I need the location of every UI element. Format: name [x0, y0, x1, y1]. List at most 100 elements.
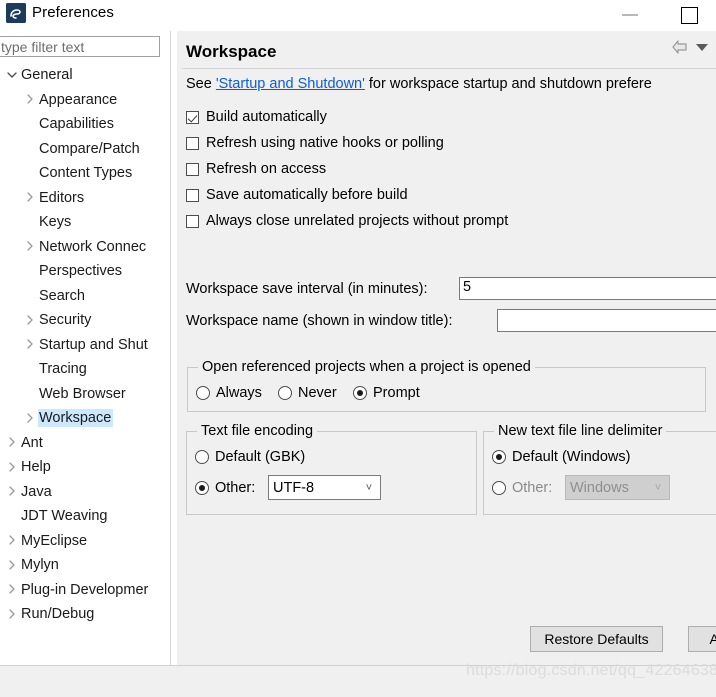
maximize-button[interactable]: [681, 7, 698, 24]
radio-delimiter-other[interactable]: Other:: [492, 480, 552, 496]
radio-icon[interactable]: [353, 386, 367, 400]
back-arrow-icon[interactable]: [671, 39, 689, 55]
sidebar-item-editors[interactable]: Editors: [0, 186, 170, 211]
restore-defaults-button[interactable]: Restore Defaults: [530, 626, 663, 652]
radio-label: Default (Windows): [512, 449, 631, 465]
minimize-button[interactable]: [622, 14, 638, 16]
sidebar-item-startup-and-shut[interactable]: Startup and Shut: [0, 333, 170, 358]
radio-delimiter-default[interactable]: Default (Windows): [492, 449, 630, 465]
sidebar-item-tracing[interactable]: Tracing: [0, 357, 170, 382]
chevron-down-icon[interactable]: [4, 70, 20, 81]
radio-encoding-default[interactable]: Default (GBK): [195, 449, 305, 465]
sidebar-item-plug-in-developmer[interactable]: Plug-in Developmer: [0, 578, 170, 603]
radio-prompt[interactable]: Prompt: [353, 385, 420, 401]
sidebar-item-label: MyEclipse: [21, 532, 88, 549]
sidebar-item-label: Capabilities: [39, 116, 114, 133]
sidebar-item-general[interactable]: General: [0, 63, 170, 88]
sidebar-item-mylyn[interactable]: Mylyn: [0, 553, 170, 578]
sidebar-item-label: Appearance: [39, 91, 118, 108]
group-title: Open referenced projects when a project …: [198, 359, 535, 375]
radio-never[interactable]: Never: [278, 385, 337, 401]
sidebar-item-run-debug[interactable]: Run/Debug: [0, 602, 170, 627]
radio-icon[interactable]: [196, 386, 210, 400]
radio-label: Other:: [215, 480, 256, 496]
sidebar-item-label: Content Types: [39, 165, 133, 182]
sidebar-item-myeclipse[interactable]: MyEclipse: [0, 529, 170, 554]
chevron-right-icon[interactable]: [4, 609, 20, 620]
sidebar-item-keys[interactable]: Keys: [0, 210, 170, 235]
header-divider: [182, 68, 716, 69]
workspace-name-input[interactable]: [497, 309, 716, 332]
checkbox-refresh-native-hooks[interactable]: Refresh using native hooks or polling: [186, 135, 444, 151]
sidebar-item-web-browser[interactable]: Web Browser: [0, 382, 170, 407]
sidebar-item-appearance[interactable]: Appearance: [0, 88, 170, 113]
watermark: https://blog.csdn.net/qq_42264638: [466, 662, 716, 679]
sidebar-item-compare-patch[interactable]: Compare/Patch: [0, 137, 170, 162]
sidebar-item-capabilities[interactable]: Capabilities: [0, 112, 170, 137]
checkbox-label: Always close unrelated projects without …: [206, 213, 509, 229]
chevron-right-icon[interactable]: [4, 486, 20, 497]
sidebar-item-help[interactable]: Help: [0, 455, 170, 480]
checkbox-icon[interactable]: [186, 110, 199, 124]
chevron-right-icon[interactable]: [22, 94, 38, 105]
sidebar-item-label: Startup and Shut: [39, 336, 148, 353]
checkbox-save-before-build[interactable]: Save automatically before build: [186, 187, 408, 203]
filter-placeholder: type filter text: [1, 39, 85, 55]
sidebar-item-label: Web Browser: [39, 385, 126, 402]
chevron-right-icon[interactable]: [4, 462, 20, 473]
encoding-combo[interactable]: UTF-8 ˅: [268, 475, 381, 500]
radio-icon[interactable]: [195, 481, 209, 495]
sidebar-item-search[interactable]: Search: [0, 284, 170, 309]
preference-tree[interactable]: General Appearance Capabilities Compare/Pat…: [0, 63, 170, 628]
filter-input[interactable]: type filter text: [0, 36, 160, 57]
checkbox-icon[interactable]: [186, 214, 199, 228]
group-title: New text file line delimiter: [494, 423, 667, 439]
checkbox-icon[interactable]: [186, 188, 199, 202]
sidebar-item-perspectives[interactable]: Perspectives: [0, 259, 170, 284]
checkbox-icon[interactable]: [186, 136, 199, 150]
chevron-right-icon[interactable]: [4, 584, 20, 595]
chevron-right-icon[interactable]: [22, 192, 38, 203]
radio-icon[interactable]: [492, 450, 506, 464]
hint-suffix: for workspace startup and shutdown prefe…: [364, 76, 652, 92]
radio-label: Default (GBK): [215, 449, 306, 465]
sidebar-item-workspace[interactable]: Workspace: [0, 406, 170, 431]
checkbox-icon[interactable]: [186, 162, 199, 176]
radio-always[interactable]: Always: [196, 385, 262, 401]
sidebar-item-label: General: [21, 67, 73, 84]
sidebar-item-jdt-weaving[interactable]: JDT Weaving: [0, 504, 170, 529]
chevron-right-icon[interactable]: [22, 413, 38, 424]
sidebar-item-ant[interactable]: Ant: [0, 431, 170, 456]
sidebar-item-label: Java: [21, 483, 52, 500]
chevron-down-icon[interactable]: ˅: [358, 482, 380, 494]
radio-icon[interactable]: [195, 450, 209, 464]
radio-label: Other:: [512, 480, 553, 496]
chevron-right-icon[interactable]: [4, 535, 20, 546]
startup-and-shutdown-link[interactable]: 'Startup and Shutdown': [216, 76, 365, 92]
chevron-down-icon[interactable]: [696, 44, 708, 51]
save-interval-input[interactable]: 5: [459, 277, 716, 300]
sidebar-item-security[interactable]: Security: [0, 308, 170, 333]
sidebar-item-label: Help: [21, 459, 51, 476]
sidebar-item-label: Compare/Patch: [39, 140, 140, 157]
sidebar-item-label: Keys: [39, 214, 72, 231]
checkbox-build-automatically[interactable]: Build automatically: [186, 109, 327, 125]
sidebar-item-java[interactable]: Java: [0, 480, 170, 505]
apply-button[interactable]: Ap: [688, 626, 716, 652]
sidebar-item-network-connec[interactable]: Network Connec: [0, 235, 170, 260]
checkbox-close-unrelated-projects[interactable]: Always close unrelated projects without …: [186, 213, 508, 229]
radio-encoding-other[interactable]: Other:: [195, 480, 255, 496]
eclipse-icon: [6, 3, 26, 23]
chevron-right-icon[interactable]: [22, 241, 38, 252]
chevron-right-icon[interactable]: [22, 339, 38, 350]
sidebar-item-label: Search: [39, 287, 85, 304]
chevron-right-icon[interactable]: [4, 437, 20, 448]
radio-icon[interactable]: [278, 386, 292, 400]
checkbox-refresh-on-access[interactable]: Refresh on access: [186, 161, 326, 177]
radio-icon[interactable]: [492, 481, 506, 495]
sidebar-item-content-types[interactable]: Content Types: [0, 161, 170, 186]
chevron-right-icon[interactable]: [22, 315, 38, 326]
chevron-right-icon[interactable]: [4, 560, 20, 571]
sidebar-item-team[interactable]: Team: [0, 627, 170, 629]
radio-label: Always: [216, 385, 262, 401]
